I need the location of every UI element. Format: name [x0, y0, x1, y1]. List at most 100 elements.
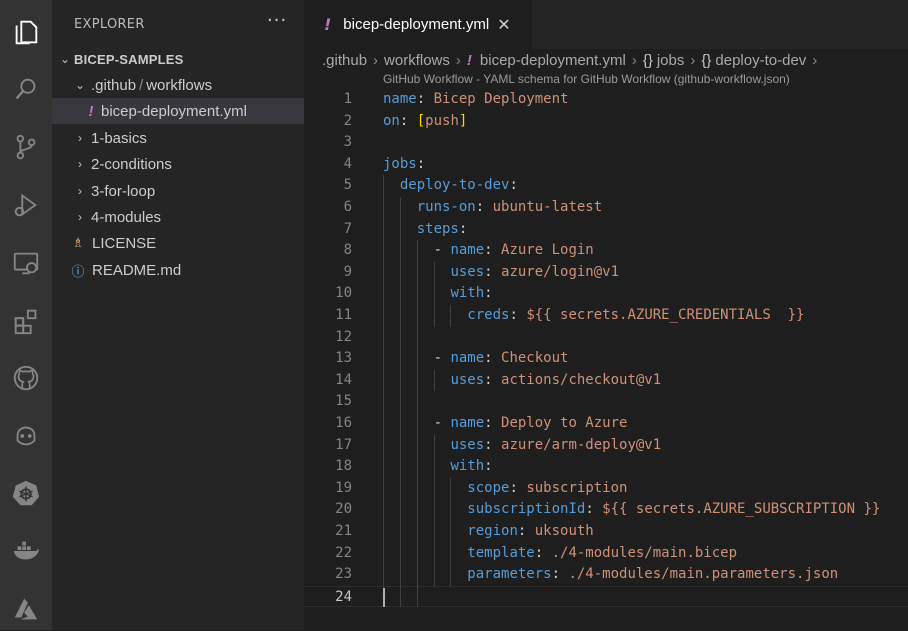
yaml-key: deploy-to-dev: [399, 177, 510, 194]
yaml-value: azure/arm-deploy@v1: [501, 436, 662, 453]
code-line[interactable]: 20 subscriptionId: ${{ secrets.AZURE_SUB…: [304, 499, 908, 521]
breadcrumb-item[interactable]: deploy-to-dev: [715, 52, 806, 69]
line-number: 19: [335, 479, 352, 496]
yaml-separator: :: [509, 307, 527, 323]
code-line[interactable]: 7 steps:: [304, 219, 908, 241]
line-number: 5: [343, 177, 352, 194]
code-text: jobs:: [383, 154, 425, 176]
tree-file-license[interactable]: ♗ LICENSE: [52, 230, 304, 256]
kubernetes-icon[interactable]: [0, 471, 52, 515]
github-icon[interactable]: [0, 356, 52, 400]
code-line[interactable]: 15: [304, 391, 908, 413]
indent-guide: [383, 175, 384, 608]
code-line[interactable]: 14 uses: actions/checkout@v1: [304, 370, 908, 392]
extensions-icon[interactable]: [0, 299, 52, 343]
code-line[interactable]: 18 with:: [304, 456, 908, 478]
copilot-icon[interactable]: [0, 413, 52, 457]
code-text: on: [push]: [383, 111, 467, 133]
file-label: bicep-deployment.yml: [101, 102, 247, 120]
yaml-value: Checkout: [501, 350, 569, 367]
code-line[interactable]: 21 region: uksouth: [304, 521, 908, 543]
tree-file-bicep-deployment[interactable]: ! bicep-deployment.yml: [52, 98, 304, 124]
chevron-down-icon: ⌄: [74, 78, 86, 92]
tree-folder-4-modules[interactable]: › 4-modules: [52, 204, 304, 230]
tree-folder-github-workflows[interactable]: ⌄ .github / workflows: [52, 72, 304, 98]
yaml-value: actions/checkout@v1: [501, 371, 662, 388]
code-line[interactable]: 17 uses: azure/arm-deploy@v1: [304, 435, 908, 457]
code-text: template: ./4-modules/main.bicep: [383, 543, 737, 565]
code-line[interactable]: 5 deploy-to-dev:: [304, 175, 908, 197]
line-number: 20: [335, 501, 352, 518]
code-line[interactable]: 1 name: Bicep Deployment: [304, 89, 908, 111]
yaml-value: ubuntu-latest: [492, 199, 603, 215]
folder-label: 4-modules: [91, 208, 162, 226]
tree-file-readme[interactable]: ⓘ README.md: [52, 257, 304, 283]
code-editor[interactable]: 1 name: Bicep Deployment 2 on: [push] 3 4 jobs…: [304, 89, 908, 630]
workspace-name: BICEP-SAMPLES: [74, 51, 184, 67]
more-actions-button[interactable]: ···: [267, 10, 287, 31]
workspace-folder-header[interactable]: ⌄ BICEP-SAMPLES: [52, 46, 304, 72]
line-number: 7: [343, 220, 352, 237]
yaml-separator: :: [509, 479, 527, 496]
chevron-down-icon: ⌄: [59, 52, 71, 66]
code-line[interactable]: 23 parameters: ./4-modules/main.paramete…: [304, 564, 908, 586]
breadcrumb-item[interactable]: jobs: [657, 52, 685, 69]
code-line[interactable]: 3: [304, 132, 908, 154]
yaml-key: creds: [467, 307, 510, 323]
source-control-icon[interactable]: [0, 125, 52, 169]
tree-folder-1-basics[interactable]: › 1-basics: [52, 125, 304, 151]
line-number: 1: [343, 91, 352, 107]
run-debug-icon[interactable]: [0, 183, 52, 227]
code-line[interactable]: 10 with:: [304, 283, 908, 305]
yaml-key: name: [450, 350, 485, 367]
breadcrumb-item[interactable]: workflows: [384, 52, 450, 69]
remote-explorer-icon[interactable]: [0, 241, 52, 285]
docker-icon[interactable]: [0, 529, 52, 573]
code-line[interactable]: 13 - name: Checkout: [304, 348, 908, 370]
code-text: uses: azure/login@v1: [383, 262, 619, 284]
explorer-title: EXPLORER: [74, 17, 145, 32]
yaml-bracket: [: [416, 112, 426, 129]
yaml-separator: :: [475, 199, 493, 215]
yaml-separator: :: [484, 436, 502, 453]
tree-folder-3-for-loop[interactable]: › 3-for-loop: [52, 178, 304, 204]
folder-label: .github: [91, 76, 137, 94]
breadcrumb-item[interactable]: .github: [322, 52, 367, 69]
search-icon[interactable]: [0, 68, 52, 112]
code-line[interactable]: 12: [304, 327, 908, 349]
yaml-separator: :: [585, 501, 603, 518]
line-number: 17: [335, 436, 352, 453]
schema-codelens[interactable]: GitHub Workflow - YAML schema for GitHub…: [383, 72, 790, 86]
code-line[interactable]: 2 on: [push]: [304, 111, 908, 133]
line-number: 15: [335, 393, 352, 410]
yaml-key: name: [450, 242, 485, 259]
yaml-key: uses: [450, 436, 485, 453]
close-icon[interactable]: ✕: [497, 15, 510, 34]
code-line[interactable]: 8 - name: Azure Login: [304, 240, 908, 262]
code-line[interactable]: 11 creds: ${{ secrets.AZURE_CREDENTIALS …: [304, 305, 908, 327]
chevron-right-icon: ›: [373, 51, 379, 69]
code-line[interactable]: 16 - name: Deploy to Azure: [304, 413, 908, 435]
line-number: 11: [335, 307, 352, 323]
code-line[interactable]: 9 uses: azure/login@v1: [304, 262, 908, 284]
tab-bicep-deployment[interactable]: ! bicep-deployment.yml ✕: [304, 0, 532, 49]
breadcrumb: .github › workflows › ! bicep-deployment…: [322, 49, 823, 71]
code-line[interactable]: 24: [304, 585, 908, 608]
code-line[interactable]: 4 jobs:: [304, 154, 908, 176]
files-icon[interactable]: [0, 10, 52, 54]
code-line[interactable]: 19 scope: subscription: [304, 478, 908, 500]
chevron-right-icon: ›: [690, 51, 696, 69]
license-icon: ♗: [72, 235, 84, 250]
yaml-separator: :: [484, 350, 502, 367]
explorer-sidebar: EXPLORER ··· ⌄ BICEP-SAMPLES ⌄ .github /…: [52, 0, 304, 630]
breadcrumb-item[interactable]: bicep-deployment.yml: [480, 52, 626, 69]
symbol-object-icon: {}: [701, 51, 712, 69]
code-line[interactable]: 6 runs-on: ubuntu-latest: [304, 197, 908, 219]
folder-label: workflows: [146, 76, 213, 94]
code-text: name: Bicep Deployment: [383, 89, 568, 111]
yaml-separator: :: [484, 285, 493, 302]
azure-icon[interactable]: [0, 587, 52, 631]
tree-folder-2-conditions[interactable]: › 2-conditions: [52, 151, 304, 177]
code-line[interactable]: 22 template: ./4-modules/main.bicep: [304, 543, 908, 565]
